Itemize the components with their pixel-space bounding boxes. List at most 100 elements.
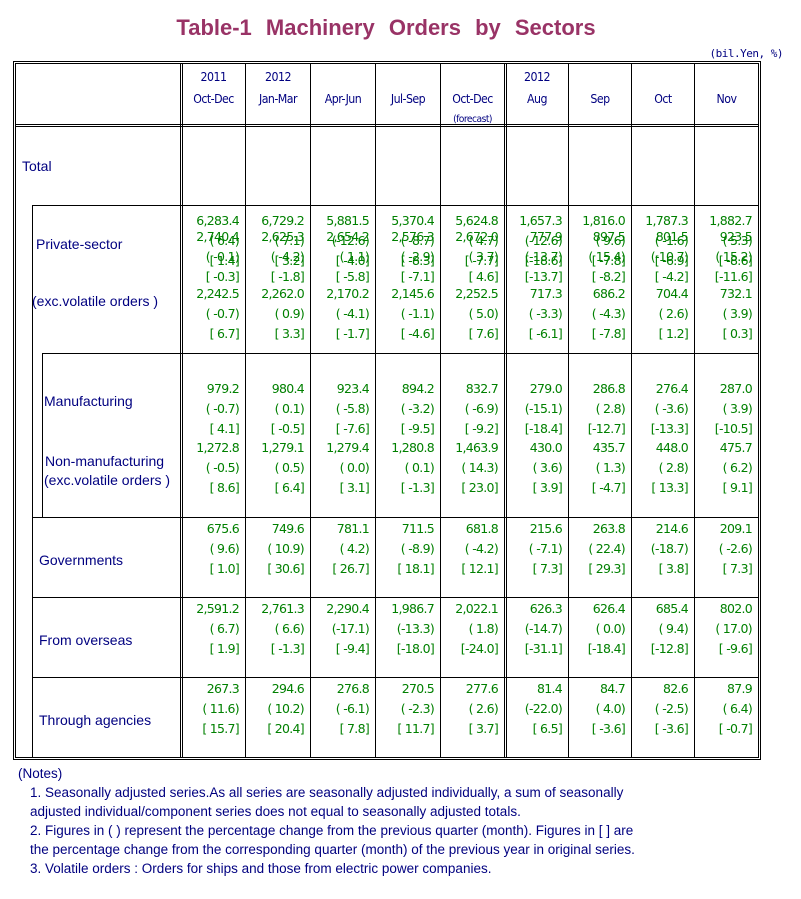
cell-yoy-change: [ 26.7] — [332, 561, 369, 576]
row-divider — [43, 353, 758, 354]
cell-value: 2,145.6 — [391, 286, 435, 301]
cell-yoy-change: [ 13.3] — [651, 480, 688, 495]
note-3: 3. Volatile orders : Orders for ships an… — [30, 861, 492, 876]
cell-yoy-change: [ 7.3] — [532, 561, 563, 576]
cell-value: 2,591.2 — [196, 601, 240, 616]
cell-qoq-change: ( 4.2) — [339, 541, 370, 556]
cell-yoy-change: [-31.1] — [524, 641, 563, 656]
cell-qoq-change: (-10.7) — [650, 249, 689, 264]
cell-yoy-change: [-12.7] — [587, 421, 626, 436]
cell-value: 2,654.2 — [326, 229, 370, 244]
cell-qoq-change: ( 2.8) — [595, 401, 626, 416]
cell-yoy-change: [ 6.7] — [209, 326, 240, 341]
cell-qoq-change: ( -4.1) — [335, 306, 370, 321]
cell-yoy-change: [ 3.1] — [339, 480, 370, 495]
row-divider — [33, 677, 758, 678]
cell-qoq-change: (-13.7) — [524, 249, 563, 264]
cell-qoq-change: (-13.3) — [396, 621, 435, 636]
cell-yoy-change: [ -6.1] — [528, 326, 563, 341]
cell-qoq-change: ( 6.6) — [274, 621, 305, 636]
cell-qoq-change: ( 3.9) — [722, 306, 753, 321]
cell-qoq-change: ( 3.9) — [722, 401, 753, 416]
cell-value: 685.4 — [655, 601, 689, 616]
cell-value: 897.5 — [592, 229, 626, 244]
cell-value: 675.6 — [206, 521, 240, 536]
cell-qoq-change: ( 0.5) — [274, 460, 305, 475]
cell-qoq-change: ( -3.2) — [400, 401, 435, 416]
cell-value: 263.8 — [592, 521, 626, 536]
column-header-line2: Sep — [590, 92, 610, 106]
cell-qoq-change: ( 22.4) — [588, 541, 625, 556]
cell-yoy-change: [-13.3] — [650, 421, 689, 436]
row-divider — [33, 597, 758, 598]
cell-yoy-change: [-18.4] — [587, 641, 626, 656]
cell-qoq-change: ( -1.1) — [400, 306, 435, 321]
cell-yoy-change: [-18.4] — [524, 421, 563, 436]
cell-yoy-change: [ 7.8] — [339, 721, 370, 736]
cell-qoq-change: ( 0.0) — [339, 460, 370, 475]
cell-yoy-change: [ -0.5] — [270, 421, 305, 436]
cell-qoq-change: ( 0.1) — [404, 460, 435, 475]
row-divider — [33, 517, 758, 518]
column-header-line2: Aug — [527, 92, 547, 106]
cell-yoy-change: [ -9.2] — [464, 421, 499, 436]
cell-qoq-change: ( 6.7) — [209, 621, 240, 636]
column-header-line3: (forecast) — [453, 114, 492, 125]
cell-value: 2,625.3 — [261, 229, 305, 244]
cell-value: 87.9 — [726, 681, 753, 696]
cell-qoq-change: ( 1.1) — [339, 249, 370, 264]
cell-qoq-change: ( -0.7) — [205, 306, 240, 321]
cell-yoy-change: [ 3.8] — [658, 561, 689, 576]
cell-yoy-change: [ -3.6] — [591, 721, 626, 736]
cell-value: 686.2 — [592, 286, 626, 301]
cell-value: 980.4 — [271, 381, 305, 396]
cell-value: 2,740.4 — [196, 229, 240, 244]
cell-yoy-change: [ -7.8] — [591, 326, 626, 341]
row-label: Through agencies — [39, 712, 152, 728]
cell-value: 277.6 — [465, 681, 499, 696]
cell-qoq-change: (-17.1) — [331, 621, 370, 636]
cell-yoy-change: [ -9.6] — [718, 641, 753, 656]
cell-value: 717.3 — [529, 286, 563, 301]
cell-value: 2,262.0 — [261, 286, 305, 301]
cell-qoq-change: ( -0.7) — [205, 401, 240, 416]
note-2-cont: the percentage change from the correspon… — [30, 842, 635, 857]
cell-value: 979.2 — [206, 381, 240, 396]
cell-value: 704.4 — [655, 286, 689, 301]
cell-qoq-change: ( -2.6) — [718, 541, 753, 556]
cell-qoq-change: ( 0.0) — [595, 621, 626, 636]
cell-value: 475.7 — [719, 440, 753, 455]
cell-qoq-change: ( 9.4) — [658, 621, 689, 636]
row-divider — [33, 205, 758, 206]
cell-yoy-change: [ -1.3] — [270, 641, 305, 656]
cell-value: 1,463.9 — [455, 440, 499, 455]
cell-yoy-change: [ 3.3] — [274, 326, 305, 341]
cell-value: 923.4 — [336, 381, 370, 396]
cell-value: 1,272.8 — [196, 440, 240, 455]
cell-yoy-change: [ -9.5] — [400, 421, 435, 436]
notes: (Notes) 1. Seasonally adjusted series.As… — [18, 764, 635, 878]
cell-value: 81.4 — [536, 681, 563, 696]
cell-yoy-change: [ 15.7] — [202, 721, 239, 736]
cell-yoy-change: [ 3.9] — [532, 480, 563, 495]
cell-value: 287.0 — [719, 381, 753, 396]
cell-qoq-change: ( -4.2) — [464, 541, 499, 556]
row-label: Manufacturing — [44, 393, 133, 409]
header-divider — [16, 124, 758, 127]
cell-value: 2,252.5 — [455, 286, 499, 301]
note-2: 2. Figures in ( ) represent the percenta… — [30, 823, 634, 838]
indent-line — [42, 353, 43, 517]
cell-value: 832.7 — [465, 381, 499, 396]
cell-value: 732.1 — [719, 286, 753, 301]
cell-qoq-change: ( 10.2) — [267, 701, 304, 716]
cell-value: 894.2 — [401, 381, 435, 396]
cell-yoy-change: [ 1.2] — [658, 326, 689, 341]
cell-yoy-change: [ 3.7] — [468, 721, 499, 736]
row-label: (exc.volatile orders ) — [32, 293, 159, 309]
unit-label: (bil.Yen, %) — [709, 47, 784, 60]
machinery-orders-table: 2011 Oct-Dec 2012 Jan-Mar Apr-Jun Jul-Sep Oct-… — [13, 61, 761, 760]
cell-qoq-change: ( 11.6) — [202, 701, 239, 716]
cell-value: 2,170.2 — [326, 286, 370, 301]
cell-value: 430.0 — [529, 440, 563, 455]
column-header-line2: Apr-Jun — [324, 92, 362, 106]
